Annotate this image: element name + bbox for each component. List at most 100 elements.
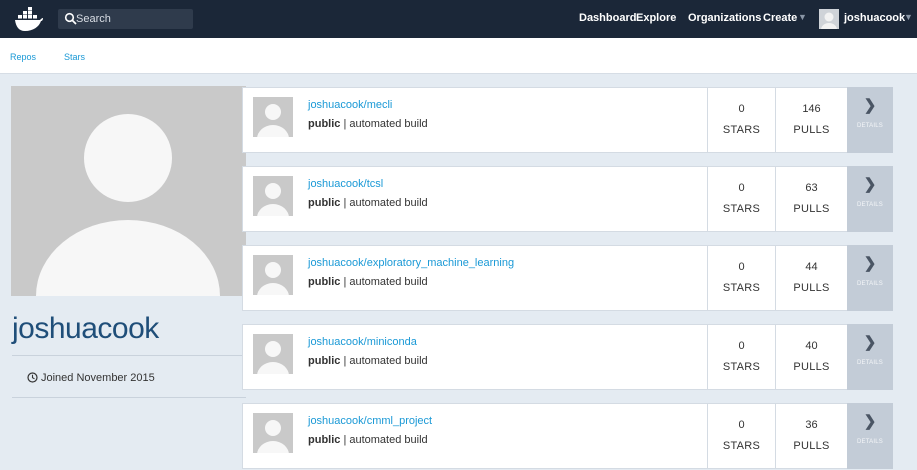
repo-visibility: public (308, 434, 341, 446)
details-label: DETAILS (857, 360, 883, 366)
chevron-down-icon[interactable]: ▼ (798, 12, 807, 22)
stars-label: STARS (722, 361, 761, 373)
stars-count: 0 (738, 419, 745, 431)
tab-repos[interactable]: Repos (10, 52, 36, 62)
details-button[interactable]: ❯ DETAILS (847, 87, 893, 153)
joined-text: Joined November 2015 (41, 372, 155, 384)
chevron-right-icon: ❯ (863, 97, 877, 114)
user-avatar[interactable] (819, 9, 839, 29)
profile-avatar (11, 86, 246, 296)
joined-date: Joined November 2015 (27, 372, 155, 384)
details-label: DETAILS (857, 123, 883, 129)
details-button[interactable]: ❯ DETAILS (847, 403, 893, 469)
pulls-stat: 63 PULLS (775, 167, 847, 231)
stars-label: STARS (722, 124, 761, 136)
repo-visibility: public (308, 276, 341, 288)
repo-card: joshuacook/exploratory_machine_learning … (242, 245, 893, 311)
profile-subnav: Repos Stars (0, 38, 917, 74)
nav-create-menu[interactable]: Create (763, 12, 797, 24)
repo-avatar (253, 255, 293, 295)
chevron-down-icon[interactable]: ▼ (904, 12, 913, 22)
nav-explore-link[interactable]: Explore (636, 12, 676, 24)
details-label: DETAILS (857, 202, 883, 208)
default-avatar-icon (257, 262, 289, 295)
stars-stat: 0 STARS (707, 88, 775, 152)
stars-count: 0 (738, 261, 745, 273)
repo-build-type: | automated build (340, 118, 428, 130)
repo-meta: public | automated build (308, 276, 428, 288)
repo-name-link[interactable]: joshuacook/mecli (308, 99, 392, 111)
repo-meta: public | automated build (308, 355, 428, 367)
repo-visibility: public (308, 355, 341, 367)
repo-avatar (253, 413, 293, 453)
stars-stat: 0 STARS (707, 246, 775, 310)
divider (12, 355, 246, 356)
default-avatar-icon (257, 420, 289, 453)
pulls-stat: 44 PULLS (775, 246, 847, 310)
clock-icon (27, 372, 38, 383)
chevron-right-icon: ❯ (863, 176, 877, 193)
stars-stat: 0 STARS (707, 325, 775, 389)
details-label: DETAILS (857, 281, 883, 287)
repo-avatar (253, 176, 293, 216)
default-avatar-icon (821, 12, 837, 29)
nav-dashboard-link[interactable]: Dashboard (579, 12, 636, 24)
stars-stat: 0 STARS (707, 404, 775, 468)
pulls-label: PULLS (793, 361, 830, 373)
repo-name-link[interactable]: joshuacook/miniconda (308, 336, 417, 348)
repo-name-link[interactable]: joshuacook/cmml_project (308, 415, 432, 427)
repo-name-link[interactable]: joshuacook/exploratory_machine_learning (308, 257, 514, 269)
stars-label: STARS (722, 282, 761, 294)
pulls-count: 36 (805, 419, 818, 431)
pulls-count: 44 (805, 261, 818, 273)
details-label: DETAILS (857, 439, 883, 445)
chevron-right-icon: ❯ (863, 334, 877, 351)
profile-username: joshuacook (12, 312, 159, 345)
search-box[interactable] (58, 9, 193, 29)
default-avatar-icon (36, 114, 220, 296)
repo-card: joshuacook/tcsl public | automated build… (242, 166, 893, 232)
divider (12, 397, 246, 398)
default-avatar-icon (257, 341, 289, 374)
pulls-count: 40 (805, 340, 818, 352)
default-avatar-icon (257, 183, 289, 216)
stars-label: STARS (722, 203, 761, 215)
pulls-count: 63 (805, 182, 818, 194)
repo-build-type: | automated build (340, 355, 428, 367)
repo-visibility: public (308, 197, 341, 209)
nav-user-menu[interactable]: joshuacook (844, 12, 905, 24)
details-button[interactable]: ❯ DETAILS (847, 324, 893, 390)
search-input[interactable] (74, 9, 189, 29)
pulls-stat: 36 PULLS (775, 404, 847, 468)
pulls-stat: 40 PULLS (775, 325, 847, 389)
stars-count: 0 (738, 182, 745, 194)
pulls-label: PULLS (793, 282, 830, 294)
repo-name-link[interactable]: joshuacook/tcsl (308, 178, 383, 190)
details-button[interactable]: ❯ DETAILS (847, 166, 893, 232)
repo-card: joshuacook/mecli public | automated buil… (242, 87, 893, 153)
stars-label: STARS (722, 440, 761, 452)
repo-meta: public | automated build (308, 197, 428, 209)
repo-meta: public | automated build (308, 434, 428, 446)
chevron-right-icon: ❯ (863, 413, 877, 430)
pulls-count: 146 (802, 103, 821, 115)
repo-avatar (253, 97, 293, 137)
tab-stars[interactable]: Stars (64, 52, 85, 62)
nav-organizations-link[interactable]: Organizations (688, 12, 761, 24)
stars-count: 0 (738, 340, 745, 352)
default-avatar-icon (257, 104, 289, 137)
repo-meta: public | automated build (308, 118, 428, 130)
pulls-label: PULLS (793, 440, 830, 452)
repo-card: joshuacook/cmml_project public | automat… (242, 403, 893, 469)
repo-build-type: | automated build (340, 197, 428, 209)
repo-card: joshuacook/miniconda public | automated … (242, 324, 893, 390)
top-navbar: Dashboard Explore Organizations Create ▼… (0, 0, 917, 38)
repo-avatar (253, 334, 293, 374)
chevron-right-icon: ❯ (863, 255, 877, 272)
docker-whale-icon[interactable] (14, 6, 44, 32)
repo-visibility: public (308, 118, 341, 130)
pulls-label: PULLS (793, 124, 830, 136)
stars-count: 0 (738, 103, 745, 115)
details-button[interactable]: ❯ DETAILS (847, 245, 893, 311)
stars-stat: 0 STARS (707, 167, 775, 231)
